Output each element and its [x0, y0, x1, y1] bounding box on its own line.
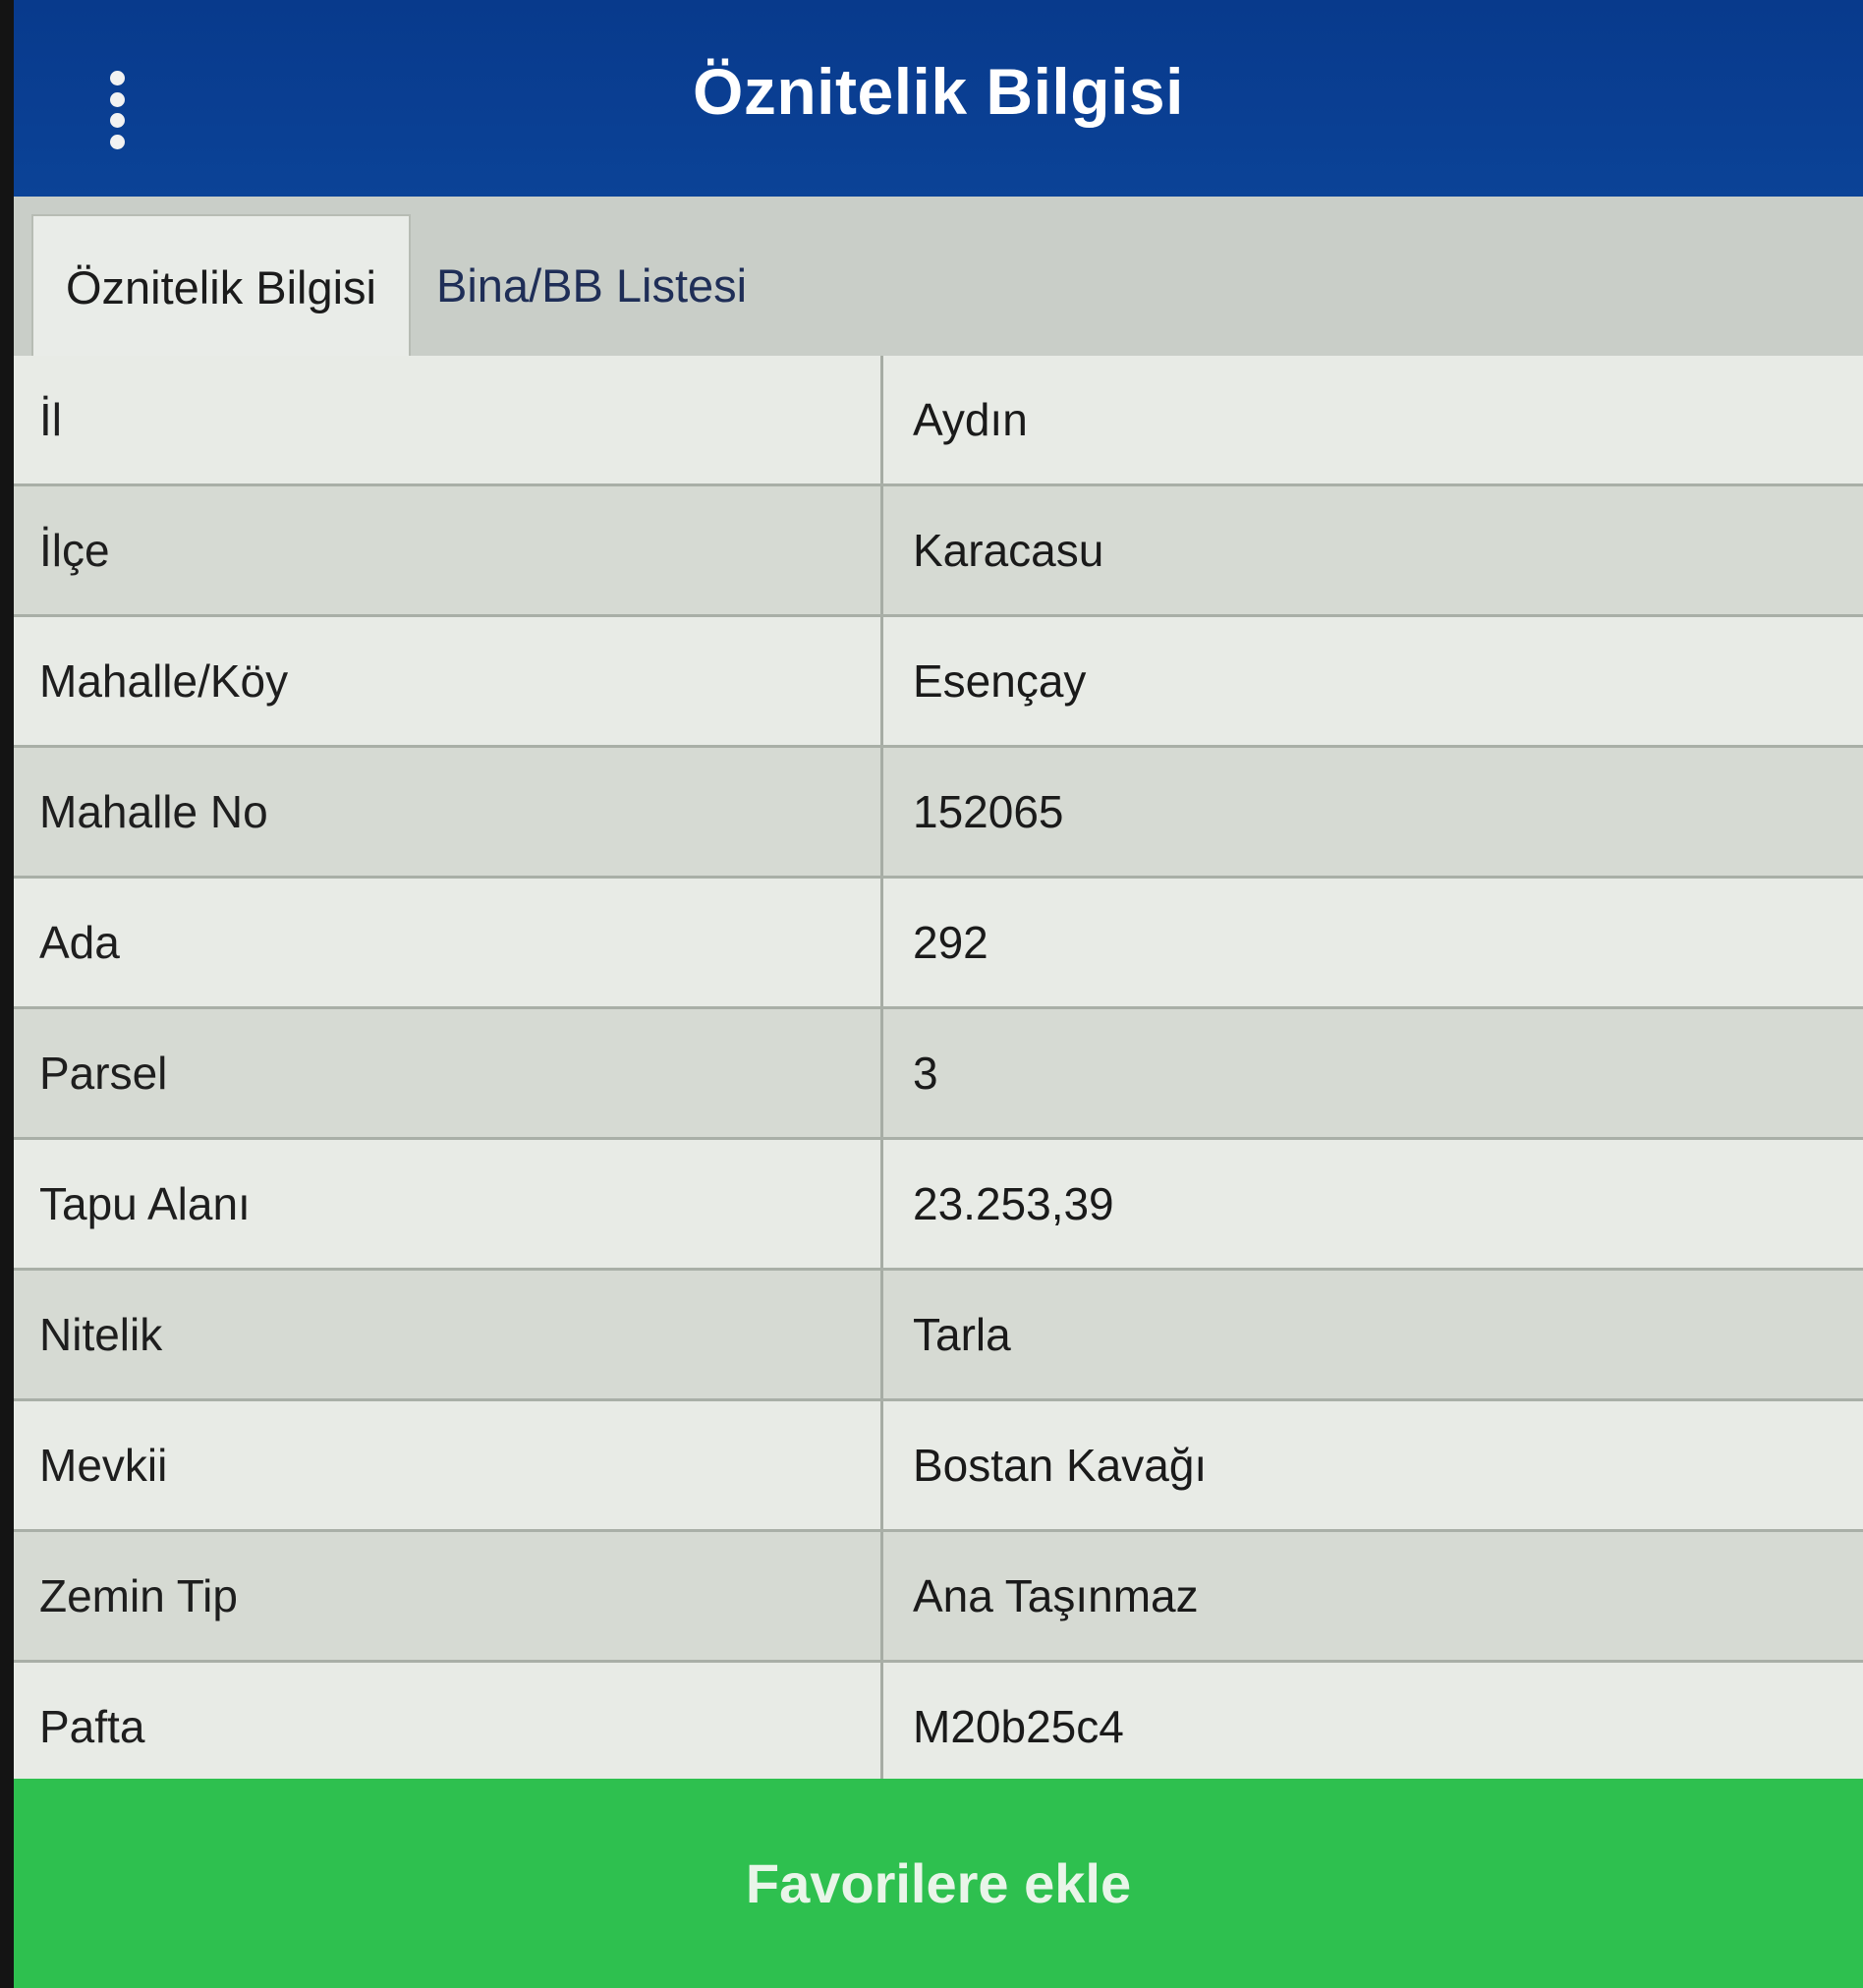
attribute-value: Bostan Kavağı [913, 1440, 1208, 1491]
table-row: Mahalle/Köy Esençay [14, 617, 1863, 748]
menu-dot [109, 71, 125, 85]
attribute-value: 3 [913, 1048, 938, 1099]
table-row: Nitelik Tarla [14, 1271, 1863, 1401]
table-row: Mevkii Bostan Kavağı [14, 1401, 1863, 1532]
attribute-label: Ada [14, 879, 883, 1006]
table-row: Pafta M20b25c4 [14, 1663, 1863, 1793]
attribute-value: 23.253,39 [913, 1178, 1114, 1229]
attribute-label: Mahalle/Köy [14, 617, 883, 745]
attribute-value: Aydın [913, 394, 1028, 445]
app-header: Öznitelik Bilgisi [14, 0, 1863, 197]
attribute-value: Ana Taşınmaz [913, 1570, 1199, 1621]
table-row: Parsel 3 [14, 1009, 1863, 1140]
attribute-label: Pafta [14, 1663, 883, 1790]
attribute-label: Parsel [14, 1009, 883, 1137]
attribute-label: Nitelik [14, 1271, 883, 1398]
tab-bar: Öznitelik Bilgisi Bina/BB Listesi [14, 197, 1863, 359]
table-row: İlçe Karacasu [14, 486, 1863, 617]
vertical-dots-icon[interactable] [92, 71, 141, 149]
table-row: Ada 292 [14, 879, 1863, 1009]
attribute-value: Esençay [913, 655, 1087, 707]
menu-dot [109, 91, 125, 107]
attribute-value: 152065 [913, 786, 1064, 837]
attribute-value: Karacasu [913, 525, 1104, 576]
table-row: Mahalle No 152065 [14, 748, 1863, 879]
attribute-value: 292 [913, 917, 988, 968]
attribute-label: Zemin Tip [14, 1532, 883, 1660]
attribute-label: Tapu Alanı [14, 1140, 883, 1268]
attribute-label: Mevkii [14, 1401, 883, 1529]
add-to-favorites-button[interactable]: Favorilere ekle [14, 1779, 1863, 1988]
page-title: Öznitelik Bilgisi [693, 55, 1184, 128]
tab-oznitelik-bilgisi[interactable]: Öznitelik Bilgisi [31, 214, 411, 358]
attribute-value: Tarla [913, 1309, 1011, 1360]
table-row: Tapu Alanı 23.253,39 [14, 1140, 1863, 1271]
tab-bina-bb-listesi[interactable]: Bina/BB Listesi [436, 214, 790, 356]
menu-dot [109, 113, 125, 129]
table-row: Zemin Tip Ana Taşınmaz [14, 1532, 1863, 1663]
attribute-label: Mahalle No [14, 748, 883, 876]
attribute-table: İl Aydın İlçe Karacasu Mahalle/Köy Esenç… [14, 356, 1863, 1793]
attribute-value: M20b25c4 [913, 1701, 1124, 1752]
attribute-label: İl [14, 356, 883, 483]
table-row: İl Aydın [14, 356, 1863, 486]
app-screen: Öznitelik Bilgisi Öznitelik Bilgisi Bina… [14, 0, 1863, 1988]
attribute-label: İlçe [14, 486, 883, 614]
menu-dot [109, 134, 125, 149]
